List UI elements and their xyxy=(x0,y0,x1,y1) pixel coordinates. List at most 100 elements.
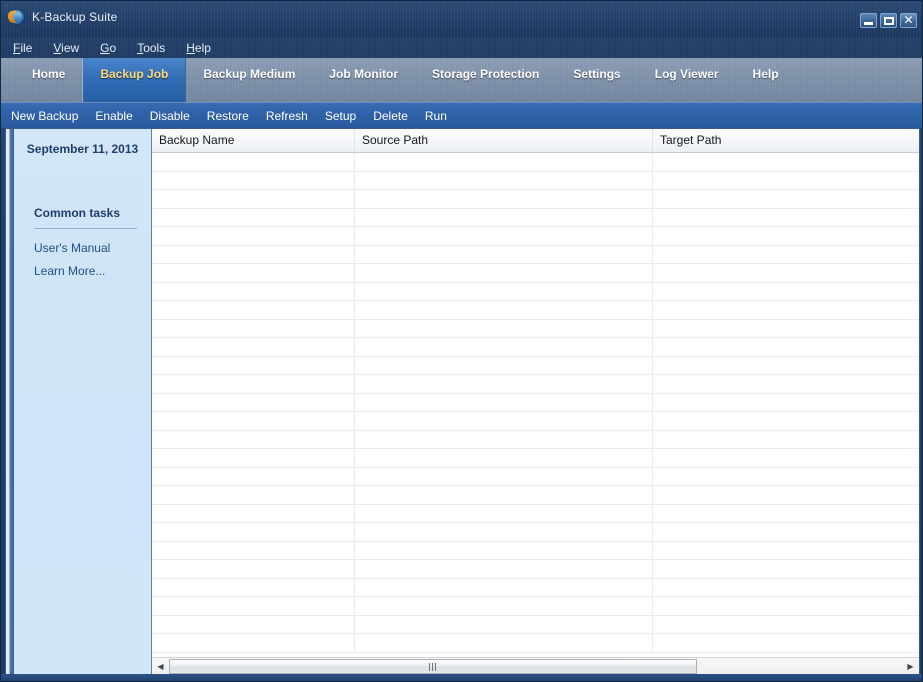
table-row[interactable] xyxy=(152,579,919,598)
title-bar-content: K-Backup Suite xyxy=(9,9,118,25)
maximize-button[interactable] xyxy=(880,13,897,28)
tab-home[interactable]: Home xyxy=(15,58,82,91)
menu-item-file[interactable]: File xyxy=(13,41,43,55)
table-row[interactable] xyxy=(152,412,919,431)
table-cell xyxy=(152,153,355,171)
table-row[interactable] xyxy=(152,227,919,246)
table-cell xyxy=(152,375,355,393)
table-row[interactable] xyxy=(152,209,919,228)
close-button[interactable]: ✕ xyxy=(900,13,917,28)
action-toolbar: New Backup Enable Disable Restore Refresh Set… xyxy=(1,102,923,128)
toolbar-run-button[interactable]: Run xyxy=(425,109,447,123)
table-cell xyxy=(355,394,653,412)
tab-settings[interactable]: Settings xyxy=(556,58,637,91)
menu-item-go[interactable]: Go xyxy=(100,41,127,55)
tab-job-monitor[interactable]: Job Monitor xyxy=(312,58,415,91)
table-cell xyxy=(355,375,653,393)
scrollbar-track[interactable] xyxy=(169,658,902,675)
table-cell xyxy=(355,468,653,486)
menu-item-tools[interactable]: Tools xyxy=(137,41,176,55)
sidebar-links: User's Manual Learn More... xyxy=(14,241,151,278)
table-cell xyxy=(355,190,653,208)
table-cell xyxy=(653,394,919,412)
table-row[interactable] xyxy=(152,320,919,339)
table-row[interactable] xyxy=(152,153,919,172)
window-controls: ✕ xyxy=(860,13,917,28)
tab-log-viewer[interactable]: Log Viewer xyxy=(638,58,736,91)
table-cell xyxy=(355,209,653,227)
table-row[interactable] xyxy=(152,301,919,320)
table-cell xyxy=(653,246,919,264)
table-cell xyxy=(152,301,355,319)
table-row[interactable] xyxy=(152,172,919,191)
scrollbar-thumb[interactable] xyxy=(169,659,697,674)
table-row[interactable] xyxy=(152,431,919,450)
table-row[interactable] xyxy=(152,616,919,635)
column-header-target-path[interactable]: Target Path xyxy=(653,129,919,152)
table-cell xyxy=(152,486,355,504)
table-row[interactable] xyxy=(152,468,919,487)
table-cell xyxy=(355,320,653,338)
table-row[interactable] xyxy=(152,375,919,394)
app-logo-icon xyxy=(9,9,25,25)
table-cell xyxy=(355,523,653,541)
toolbar-delete-button[interactable]: Delete xyxy=(373,109,408,123)
horizontal-scrollbar[interactable]: ◀ ▶ xyxy=(152,657,919,675)
table-cell xyxy=(355,227,653,245)
table-row[interactable] xyxy=(152,264,919,283)
table-cell xyxy=(355,357,653,375)
toolbar-restore-button[interactable]: Restore xyxy=(207,109,249,123)
table-cell xyxy=(152,431,355,449)
menu-item-help[interactable]: Help xyxy=(186,41,222,55)
table-row[interactable] xyxy=(152,246,919,265)
toolbar-enable-button[interactable]: Enable xyxy=(95,109,132,123)
sidebar-link-learn-more[interactable]: Learn More... xyxy=(14,264,151,278)
maximize-icon xyxy=(884,17,894,25)
table-cell xyxy=(152,579,355,597)
table-cell xyxy=(653,338,919,356)
tab-storage-protection[interactable]: Storage Protection xyxy=(415,58,556,91)
table-cell xyxy=(152,394,355,412)
table-cell xyxy=(653,449,919,467)
table-row[interactable] xyxy=(152,505,919,524)
toolbar-refresh-button[interactable]: Refresh xyxy=(266,109,308,123)
table-cell xyxy=(653,505,919,523)
table-cell xyxy=(152,560,355,578)
table-row[interactable] xyxy=(152,597,919,616)
table-row[interactable] xyxy=(152,560,919,579)
tab-backup-medium[interactable]: Backup Medium xyxy=(186,58,312,91)
table-row[interactable] xyxy=(152,542,919,561)
column-header-source-path[interactable]: Source Path xyxy=(355,129,653,152)
table-row[interactable] xyxy=(152,283,919,302)
scroll-left-arrow-icon[interactable]: ◀ xyxy=(152,658,169,675)
menu-item-view[interactable]: View xyxy=(53,41,90,55)
table-cell xyxy=(653,283,919,301)
toolbar-new-backup-button[interactable]: New Backup xyxy=(11,109,78,123)
table-cell xyxy=(653,523,919,541)
table-row[interactable] xyxy=(152,190,919,209)
table-row[interactable] xyxy=(152,449,919,468)
sidebar-link-user-s-manual[interactable]: User's Manual xyxy=(14,241,151,255)
table-header-row: Backup Name Source Path Target Path xyxy=(152,129,919,153)
table-row[interactable] xyxy=(152,394,919,413)
table-cell xyxy=(653,597,919,615)
table-cell xyxy=(355,542,653,560)
toolbar-setup-button[interactable]: Setup xyxy=(325,109,356,123)
table-row[interactable] xyxy=(152,486,919,505)
table-cell xyxy=(152,264,355,282)
minimize-button[interactable] xyxy=(860,13,877,28)
tab-backup-job[interactable]: Backup Job xyxy=(82,58,186,102)
toolbar-disable-button[interactable]: Disable xyxy=(150,109,190,123)
table-cell xyxy=(653,542,919,560)
grip-icon xyxy=(429,663,436,671)
table-row[interactable] xyxy=(152,338,919,357)
scroll-right-arrow-icon[interactable]: ▶ xyxy=(902,658,919,675)
table-row[interactable] xyxy=(152,634,919,653)
table-cell xyxy=(653,412,919,430)
tab-help[interactable]: Help xyxy=(736,58,796,91)
table-cell xyxy=(653,431,919,449)
table-row[interactable] xyxy=(152,357,919,376)
column-header-backup-name[interactable]: Backup Name xyxy=(152,129,355,152)
table-row[interactable] xyxy=(152,523,919,542)
table-cell xyxy=(355,449,653,467)
